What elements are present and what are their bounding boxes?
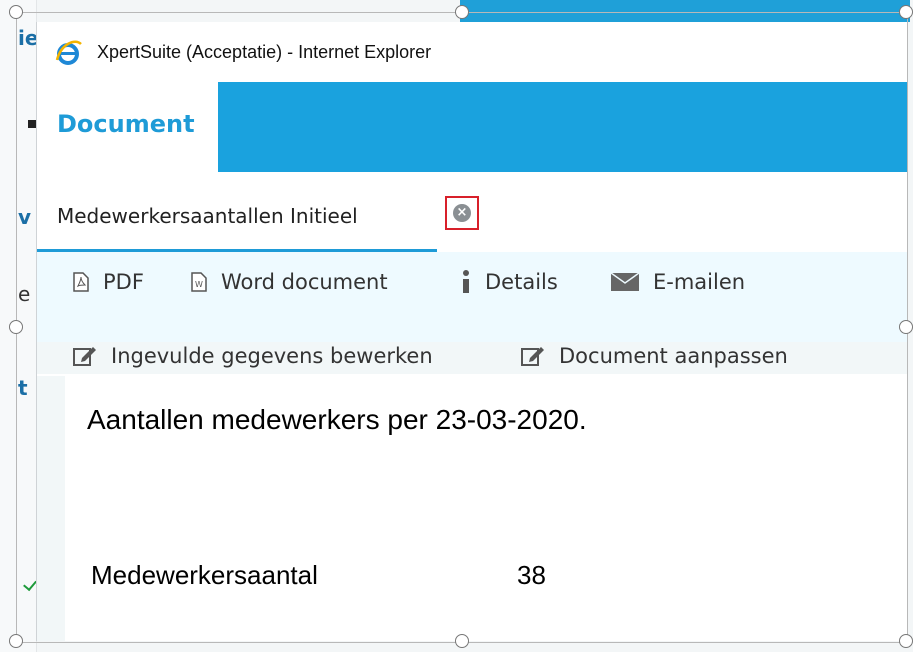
document-header: Document — [37, 82, 907, 172]
edit-icon — [73, 345, 97, 367]
tab-row: Medewerkersaantallen Initieel × — [37, 172, 907, 252]
word-file-icon: W — [191, 272, 207, 292]
background-letter: v — [18, 205, 32, 229]
close-circle-icon: × — [453, 204, 471, 222]
edit-filled-data-label: Ingevulde gegevens bewerken — [111, 344, 433, 368]
employee-count-value: 38 — [517, 560, 546, 590]
toolbar-secondary: Ingevulde gegevens bewerken Document aan… — [37, 342, 907, 374]
tab-medewerkersaantallen[interactable]: Medewerkersaantallen Initieel — [37, 172, 437, 252]
resize-handle[interactable] — [899, 320, 913, 334]
document-heading: Aantallen medewerkers per 23-03-2020. — [87, 404, 587, 435]
edit-filled-data-button[interactable]: Ingevulde gegevens bewerken — [73, 344, 433, 368]
svg-text:W: W — [195, 280, 203, 289]
pdf-file-icon — [73, 272, 89, 292]
resize-handle[interactable] — [899, 5, 913, 19]
edit-icon — [521, 345, 545, 367]
word-document-button[interactable]: W Word document — [191, 270, 388, 294]
details-label: Details — [485, 270, 558, 294]
background-letter: e — [18, 282, 31, 306]
document-content: Aantallen medewerkers per 23-03-2020. Me… — [65, 376, 907, 641]
email-label: E-mailen — [653, 270, 746, 294]
details-button[interactable]: Details — [461, 270, 558, 294]
resize-handle[interactable] — [899, 634, 913, 648]
window-title: XpertSuite (Acceptatie) - Internet Explo… — [97, 42, 432, 62]
resize-handle[interactable] — [9, 634, 23, 648]
adjust-document-button[interactable]: Document aanpassen — [521, 344, 788, 368]
window-titlebar: XpertSuite (Acceptatie) - Internet Explo… — [37, 22, 907, 82]
resize-handle[interactable] — [9, 5, 23, 19]
envelope-icon — [611, 273, 639, 291]
word-document-label: Word document — [221, 270, 388, 294]
background-blue-bar — [460, 0, 910, 22]
content-gutter — [37, 376, 65, 641]
resize-handle[interactable] — [455, 634, 469, 648]
pdf-label: PDF — [103, 270, 144, 294]
employee-count-label: Medewerkersaantal — [91, 560, 318, 590]
tab-label: Medewerkersaantallen Initieel — [57, 204, 358, 228]
toolbar: PDF W Word document Details E-mailen — [37, 252, 907, 342]
close-tab-button[interactable]: × — [445, 196, 479, 230]
adjust-document-label: Document aanpassen — [559, 344, 788, 368]
email-button[interactable]: E-mailen — [611, 270, 745, 294]
info-icon — [461, 270, 471, 294]
header-blue-bar — [218, 82, 907, 172]
checkmark-icon — [23, 576, 37, 592]
background-letter: t — [18, 376, 28, 400]
resize-handle[interactable] — [455, 5, 469, 19]
page-title: Document — [57, 110, 195, 138]
ie-logo-icon — [55, 40, 82, 65]
background-bullet — [28, 120, 36, 128]
pdf-button[interactable]: PDF — [73, 270, 144, 294]
resize-handle[interactable] — [9, 320, 23, 334]
ie-window: XpertSuite (Acceptatie) - Internet Explo… — [36, 22, 907, 641]
